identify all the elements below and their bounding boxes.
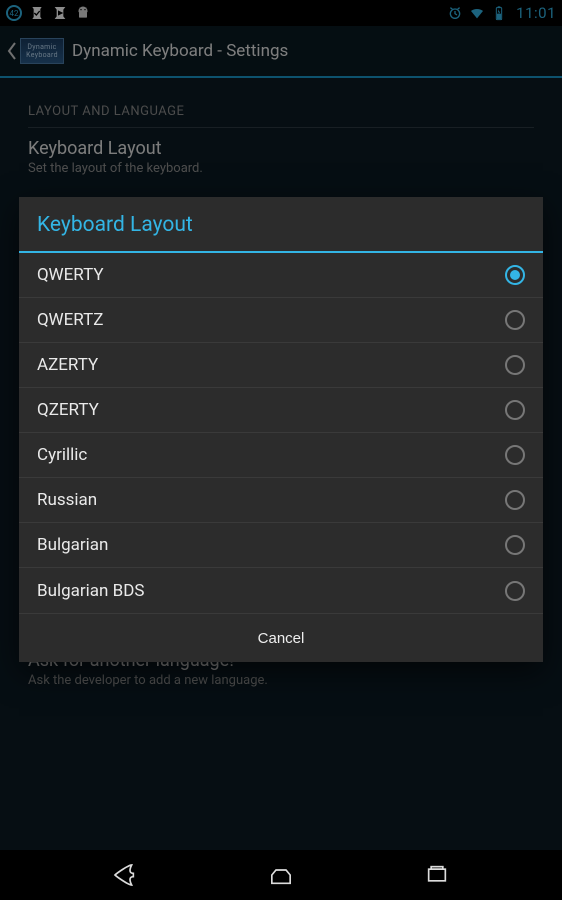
dialog-option[interactable]: QWERTZ [19, 298, 543, 343]
dialog-option-label: Bulgarian BDS [37, 581, 505, 601]
radio-icon [505, 581, 525, 601]
radio-icon [505, 355, 525, 375]
dialog-option[interactable]: Bulgarian BDS [19, 568, 543, 613]
nav-home-button[interactable] [263, 857, 299, 893]
radio-icon [505, 445, 525, 465]
radio-icon [505, 310, 525, 330]
dialog-option-label: Russian [37, 490, 505, 510]
dialog-option-label: Cyrillic [37, 445, 505, 465]
radio-icon [505, 265, 525, 285]
dialog-option[interactable]: Cyrillic [19, 433, 543, 478]
dialog-title: Keyboard Layout [19, 197, 543, 253]
dialog-option-label: QWERTY [37, 265, 505, 285]
dialog-option[interactable]: AZERTY [19, 343, 543, 388]
dialog-option[interactable]: Russian [19, 478, 543, 523]
dialog-option-label: AZERTY [37, 355, 505, 375]
dialog-option-label: QWERTZ [37, 310, 505, 330]
dialog-option-label: QZERTY [37, 400, 505, 420]
nav-back-button[interactable] [107, 857, 143, 893]
cancel-button[interactable]: Cancel [19, 614, 543, 662]
dialog-option[interactable]: QWERTY [19, 253, 543, 298]
radio-icon [505, 490, 525, 510]
radio-icon [505, 535, 525, 555]
nav-recents-button[interactable] [419, 857, 455, 893]
keyboard-layout-dialog: Keyboard Layout QWERTY QWERTZ AZERTY QZERTY… [19, 197, 543, 662]
dialog-option[interactable]: Bulgarian [19, 523, 543, 568]
navigation-bar [0, 850, 562, 900]
radio-icon [505, 400, 525, 420]
dialog-option-label: Bulgarian [37, 535, 505, 555]
dialog-scrim[interactable]: Keyboard Layout QWERTY QWERTZ AZERTY QZERTY… [0, 0, 562, 900]
dialog-option[interactable]: QZERTY [19, 388, 543, 433]
dialog-option-list: QWERTY QWERTZ AZERTY QZERTY Cyrillic Russian B… [19, 253, 543, 613]
